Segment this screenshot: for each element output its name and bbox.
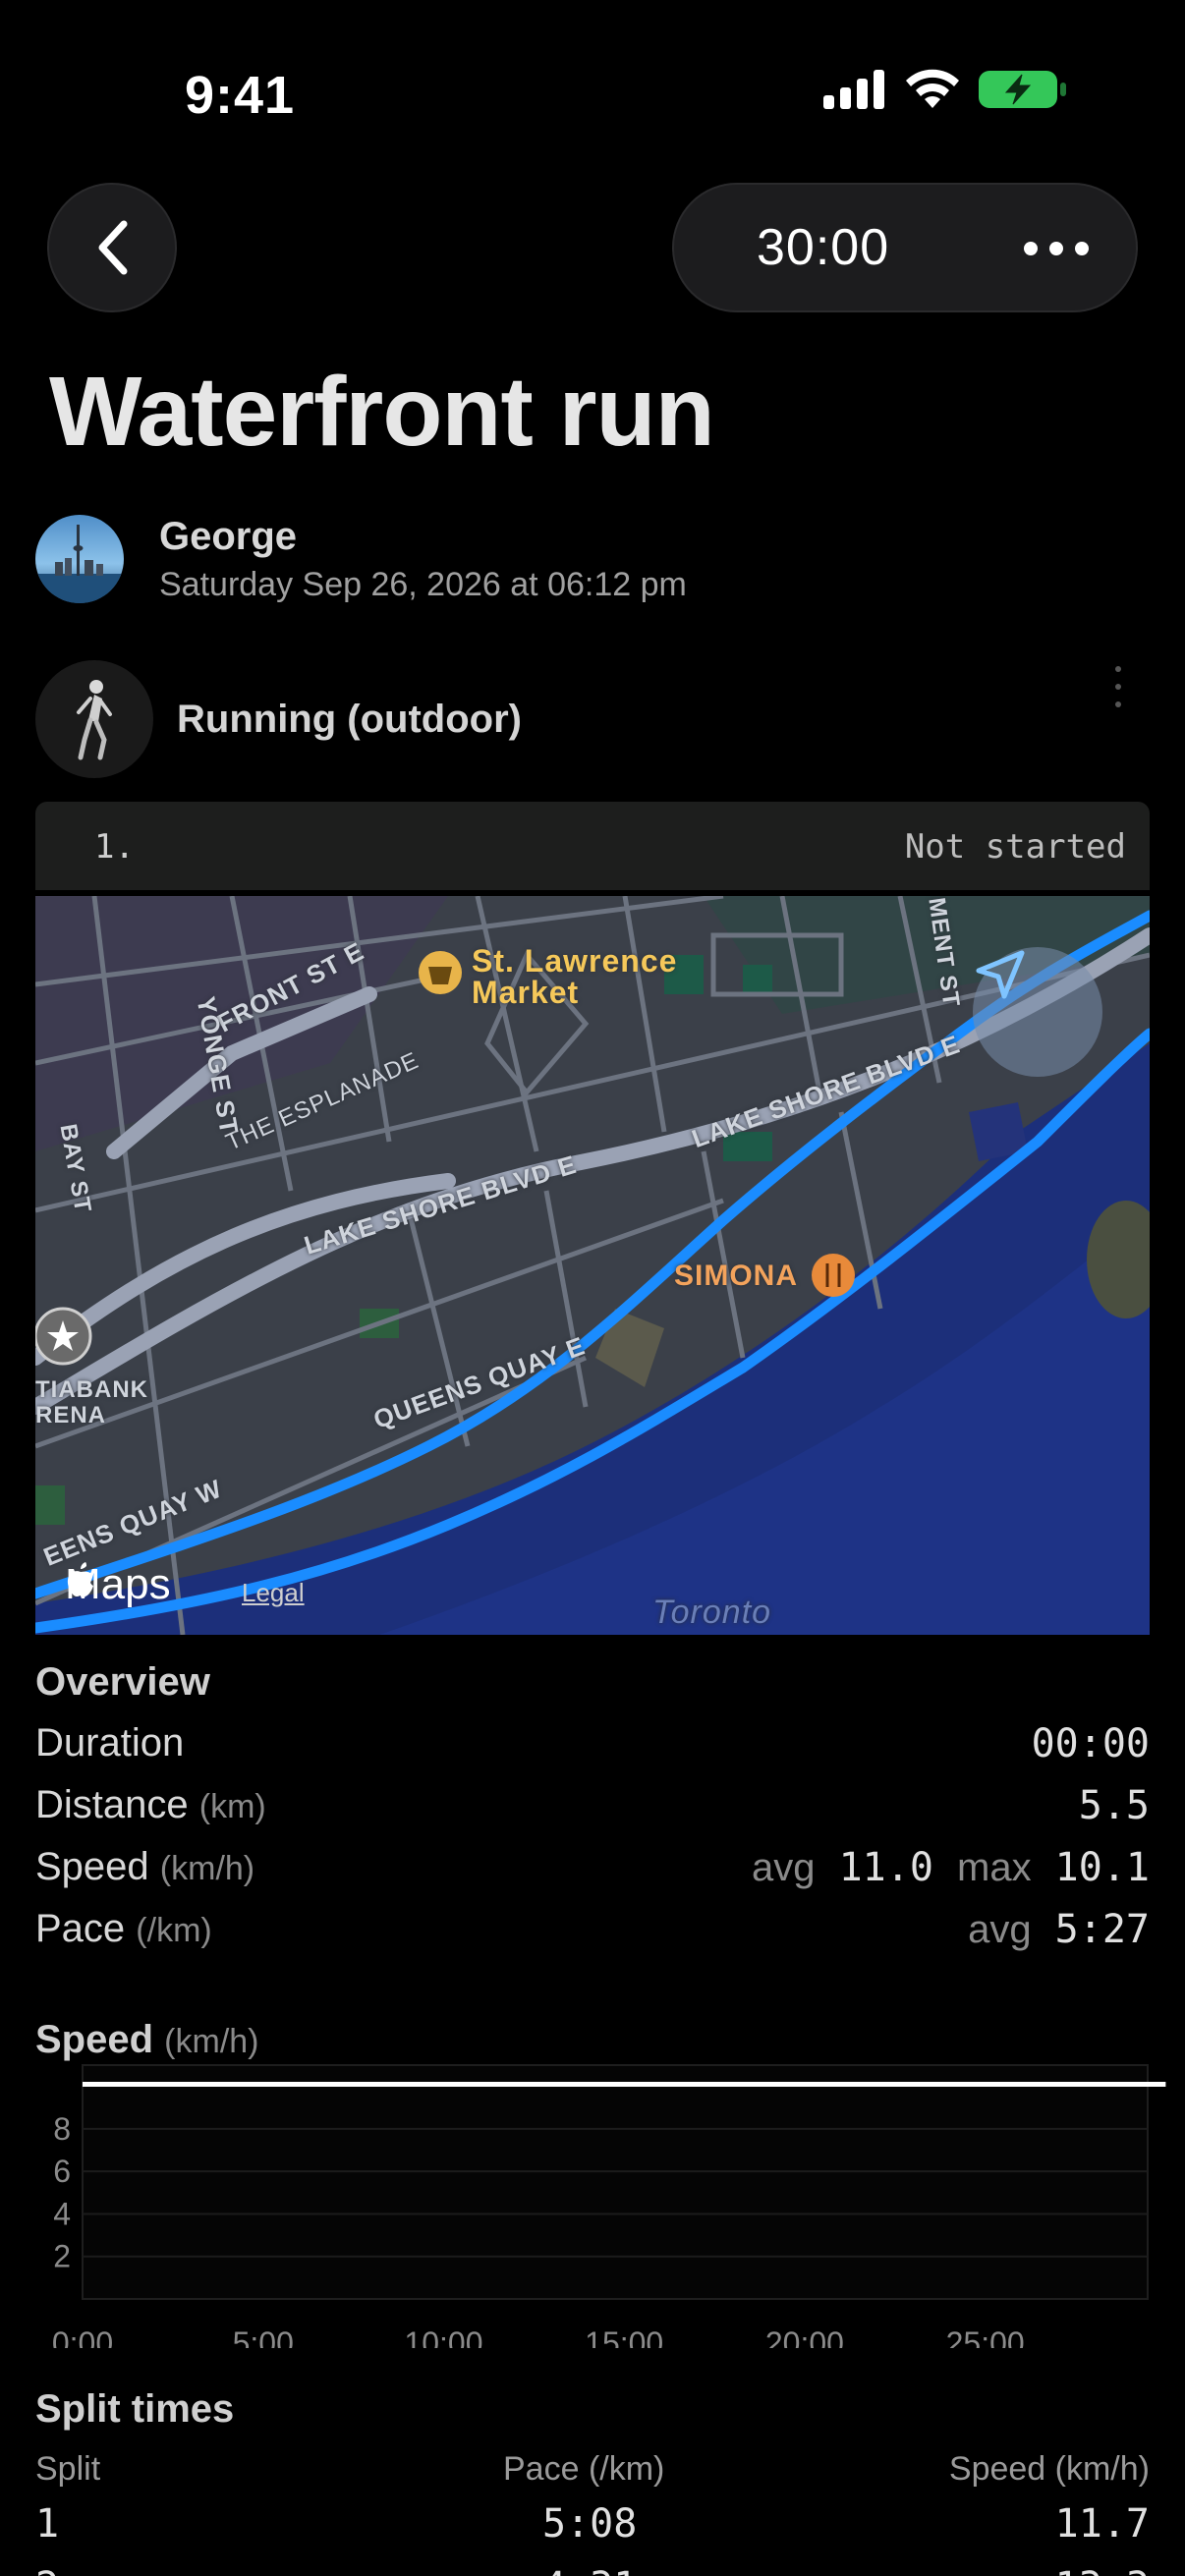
duration-row: Duration 00:00: [35, 1721, 1150, 1780]
location-arrow-icon: [976, 950, 1025, 999]
pace-label: Pace: [35, 1907, 126, 1950]
user-name: George: [159, 515, 298, 558]
more-dot-icon: [1049, 242, 1063, 255]
status-icons: [823, 69, 1067, 110]
menu-dot-icon: [1115, 701, 1121, 707]
activity-type: Running (outdoor): [177, 698, 522, 741]
speed-max-value: 10.1: [1054, 1845, 1150, 1890]
maps-legal-link[interactable]: Legal: [242, 1578, 305, 1608]
arena-label-line1: TIABANK: [35, 1376, 148, 1403]
y-tick-label: 6: [53, 2154, 71, 2189]
pace-label-group: Pace (/km): [35, 1907, 212, 1951]
pace-avg-label: avg: [968, 1908, 1032, 1951]
apple-logo-icon: [67, 1562, 93, 1596]
poi-market-label: St. Lawrence Market: [472, 945, 677, 1008]
menu-dot-icon: [1115, 666, 1121, 672]
chevron-left-icon: [98, 220, 128, 275]
route-map[interactable]: St. Lawrence Market SIMONA FRONT ST E TH…: [35, 896, 1150, 1635]
y-tick-label: 4: [53, 2196, 71, 2231]
speed-avg-value: 11.0: [838, 1845, 933, 1890]
speed-values: avg 11.0 max 10.1: [752, 1845, 1150, 1890]
avatar-skyline-image: [35, 525, 124, 603]
activity-date: Saturday Sep 26, 2026 at 06:12 pm: [159, 566, 687, 603]
overview-title: Overview: [35, 1660, 210, 1704]
workout-timer[interactable]: 30:00: [757, 218, 889, 277]
split-pace-cell: 4:31: [542, 2564, 637, 2576]
wifi-icon: [906, 69, 959, 108]
running-icon: [35, 660, 153, 778]
pace-unit: (/km): [136, 1912, 212, 1949]
lap-status: Not started: [904, 827, 1126, 867]
poi-market-line2: Market: [472, 975, 580, 1010]
duration-label: Duration: [35, 1721, 185, 1764]
pace-avg-value: 5:27: [1054, 1907, 1150, 1952]
split-number-cell: 1: [35, 2501, 60, 2547]
back-button[interactable]: [47, 183, 177, 312]
status-time: 9:41: [185, 66, 296, 125]
more-dot-icon: [1075, 242, 1089, 255]
poi-market-line1: St. Lawrence: [472, 943, 678, 979]
split-number-cell: 2: [35, 2564, 59, 2576]
y-tick-label: 2: [53, 2239, 71, 2274]
avatar[interactable]: [35, 515, 124, 603]
status-bar: 9:41: [0, 0, 1185, 187]
split-pace-cell: 5:08: [542, 2501, 638, 2547]
runner-figure-icon: [77, 680, 112, 760]
lap-number: 1.: [94, 827, 135, 867]
speed-col-header: Speed (km/h): [948, 2450, 1150, 2488]
x-tick-label: 20:00: [765, 2325, 844, 2348]
more-dot-icon: [1024, 242, 1038, 255]
split-times-title: Split times: [35, 2387, 235, 2431]
locate-button[interactable]: [973, 947, 1102, 1077]
speed-row: Speed (km/h) avg 11.0 max 10.1: [35, 1845, 1150, 1904]
distance-unit: (km): [198, 1788, 266, 1825]
speed-label: Speed: [35, 1845, 149, 1888]
more-options-button[interactable]: [1012, 214, 1100, 283]
pace-col-header: Pace (/km): [503, 2450, 665, 2488]
speed-chart: 2 4 6 8 0:00 5:00 10:00 15:00 20:00 25:00: [52, 2064, 1166, 2348]
speed-label-group: Speed (km/h): [35, 1845, 254, 1889]
split-col-header: Split: [35, 2450, 101, 2488]
x-tick-label: 15:00: [585, 2325, 663, 2348]
x-tick-label: 5:00: [233, 2325, 294, 2348]
x-tick-label: 25:00: [946, 2325, 1025, 2348]
menu-dot-icon: [1115, 684, 1121, 690]
split-speed-cell: 13.3: [1055, 2564, 1150, 2576]
arena-label-line2: RENA: [35, 1402, 107, 1428]
x-tick-label: 0:00: [52, 2325, 113, 2348]
speed-max-label: max: [957, 1846, 1032, 1889]
apple-maps-logo: Maps: [65, 1560, 171, 1609]
pace-row: Pace (/km) avg 5:27: [35, 1907, 1150, 1966]
speed-avg-label: avg: [751, 1846, 816, 1889]
activity-menu-button[interactable]: [1112, 666, 1124, 707]
arena-label: TIABANK RENA: [35, 1377, 148, 1428]
distance-row: Distance (km) 5.5: [35, 1783, 1150, 1842]
split-speed-cell: 11.7: [1054, 2501, 1150, 2547]
battery-charging-icon: [979, 71, 1066, 108]
poi-restaurant-label: SIMONA: [674, 1260, 798, 1292]
cellular-signal-icon: [823, 70, 884, 109]
x-tick-label: 10:00: [404, 2325, 482, 2348]
distance-label: Distance: [35, 1783, 189, 1826]
distance-label-group: Distance (km): [35, 1783, 266, 1827]
pace-values: avg 5:27: [968, 1907, 1150, 1952]
lap-row[interactable]: 1. Not started: [35, 802, 1150, 890]
speed-unit: (km/h): [159, 1850, 255, 1887]
distance-value: 5.5: [1078, 1783, 1150, 1828]
page-title: Waterfront run: [49, 357, 715, 467]
duration-value: 00:00: [1031, 1721, 1150, 1766]
timer-pill[interactable]: 30:00: [672, 183, 1138, 312]
city-label: Toronto: [652, 1594, 772, 1631]
chart-plot-area: [82, 2064, 1149, 2300]
y-tick-label: 8: [53, 2111, 71, 2147]
